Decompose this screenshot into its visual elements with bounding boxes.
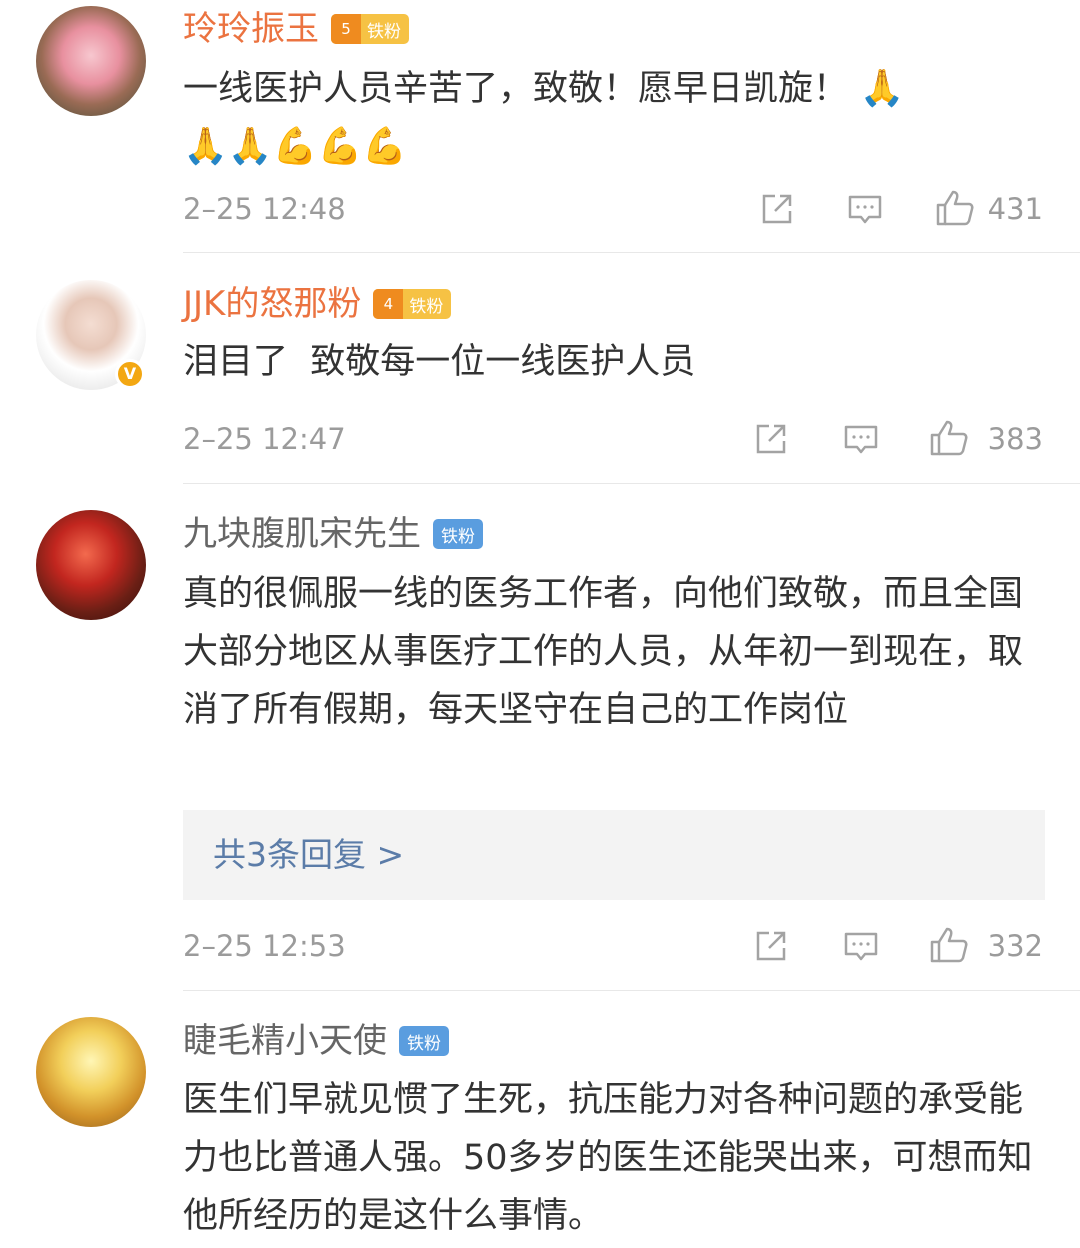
verified-mark: V: [123, 364, 137, 383]
timestamp: 2–25 12:47: [183, 422, 346, 456]
pray-emoji: 🙏: [848, 68, 905, 109]
replies-box[interactable]: 共3条回复 >: [183, 810, 1045, 900]
share-icon[interactable]: [753, 928, 789, 964]
comment-icon[interactable]: [843, 421, 879, 457]
username[interactable]: 玲玲振玉: [183, 8, 319, 50]
fan-level: 4: [383, 295, 394, 313]
fan-badge: 4 铁粉: [373, 289, 452, 319]
comment-icon[interactable]: [843, 928, 879, 964]
timestamp: 2–25 12:48: [183, 192, 346, 226]
avatar[interactable]: [36, 510, 146, 620]
avatar[interactable]: [36, 1017, 146, 1127]
crown-icon: 5: [331, 14, 361, 44]
like-icon[interactable]: [929, 419, 969, 457]
fan-badge-label: 铁粉: [367, 21, 401, 42]
divider: [183, 252, 1080, 253]
like-count: 431: [987, 192, 1043, 226]
comment-meta: 2–25 12:47 383: [183, 419, 1043, 459]
username-row: 玲玲振玉 5 铁粉: [183, 8, 409, 50]
like-count: 383: [987, 422, 1043, 456]
username-row: 睫毛精小天使 铁粉: [183, 1020, 449, 1062]
fan-level: 5: [341, 20, 351, 38]
comment-text: 医生们早就见惯了生死，抗压能力对各种问题的承受能力也比普通人强。50多岁的医生还…: [183, 1080, 1033, 1236]
muscle-emoji: 💪: [362, 126, 408, 167]
verified-icon: V: [115, 359, 145, 389]
fan-badge: 5 铁粉: [331, 14, 409, 44]
view-replies-link[interactable]: 共3条回复 >: [213, 833, 404, 877]
pray-emoji: 🙏: [183, 126, 228, 167]
username[interactable]: JJK的怒那粉: [183, 283, 361, 325]
comment-meta: 2–25 12:53 332: [183, 926, 1043, 966]
username[interactable]: 睫毛精小天使: [183, 1020, 387, 1062]
share-icon[interactable]: [759, 191, 795, 227]
divider: [183, 990, 1080, 991]
like-icon[interactable]: [929, 926, 969, 964]
fan-badge-label: 铁粉: [409, 296, 444, 317]
divider: [183, 483, 1080, 484]
crown-icon: 4: [373, 289, 404, 319]
comment-meta: 2–25 12:48 431: [183, 189, 1043, 229]
comment-body: 一线医护人员辛苦了，致敬！愿早日凯旋！: [183, 69, 849, 109]
comment-text: 泪目了 致敬每一位一线医护人员: [183, 342, 696, 382]
pray-emoji: 🙏: [227, 126, 273, 167]
fan-badge: 铁粉: [433, 519, 483, 549]
like-count: 332: [987, 929, 1043, 963]
fan-badge: 铁粉: [399, 1026, 449, 1056]
comment-icon[interactable]: [847, 191, 883, 227]
share-icon[interactable]: [753, 421, 789, 457]
muscle-emoji: 💪: [317, 126, 363, 167]
avatar[interactable]: [36, 6, 146, 116]
muscle-emoji: 💪: [272, 126, 318, 167]
username-row: JJK的怒那粉 4 铁粉: [183, 283, 452, 325]
username-row: 九块腹肌宋先生 铁粉: [183, 513, 483, 555]
username[interactable]: 九块腹肌宋先生: [183, 513, 421, 555]
like-icon[interactable]: [935, 189, 975, 227]
timestamp: 2–25 12:53: [183, 929, 346, 963]
comment-text: 真的很佩服一线的医务工作者，向他们致敬，而且全国大部分地区从事医疗工作的人员，从…: [183, 574, 1024, 730]
comment-text: 一线医护人员辛苦了，致敬！愿早日凯旋！ 🙏 🙏🙏💪💪💪: [183, 60, 1043, 176]
